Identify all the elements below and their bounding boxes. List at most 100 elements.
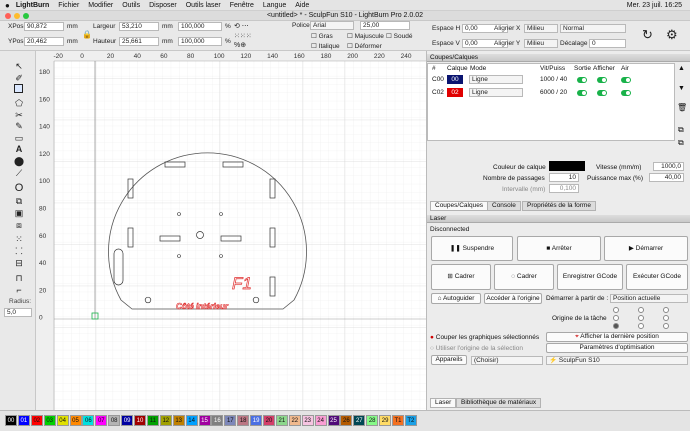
origin-radio-bc[interactable] (638, 323, 644, 329)
height-field[interactable]: 25,661 (119, 37, 159, 46)
canvas-svg[interactable]: -20 0 20 40 60 80 100 120 140 160 180 200 220 240 180… (36, 51, 426, 410)
grid-array-icon[interactable]: ⁙ (13, 233, 25, 245)
palette-swatch[interactable]: 25 (327, 415, 340, 426)
menu-app[interactable]: LightBurn (16, 2, 49, 9)
output-toggle[interactable] (577, 77, 587, 83)
show-toggle[interactable] (597, 77, 607, 83)
radius-field[interactable]: 5,0 (4, 308, 32, 317)
measure-icon[interactable]: ⟋ (13, 167, 25, 179)
origin-radio-tl[interactable] (613, 307, 619, 313)
palette-swatch[interactable]: 11 (146, 415, 159, 426)
layer-mode-select[interactable]: Ligne (469, 75, 523, 84)
font-height-field[interactable]: 25,00 (360, 21, 410, 30)
palette-swatch[interactable]: 20 (263, 415, 275, 426)
save-gcode-button[interactable]: Enregistrer GCode (557, 264, 623, 290)
scale-height-field[interactable]: 100,000 (178, 37, 222, 46)
origin-radio-bl[interactable] (613, 323, 619, 329)
engrave-text-inside[interactable]: Côté intérieur (176, 302, 229, 312)
menu-laser-tools[interactable]: Outils laser (186, 2, 221, 9)
output-toggle[interactable] (577, 90, 587, 96)
distort-checkbox[interactable]: ☐ Déformer (347, 42, 382, 50)
pen-icon[interactable]: ✎ (13, 120, 25, 132)
device-select[interactable]: ⚡ SculpFun S10 (546, 356, 688, 365)
ypos-field[interactable]: 20,462 (24, 37, 64, 46)
palette-swatch[interactable]: 09 (121, 415, 134, 426)
origin-radio-tc[interactable] (638, 307, 644, 313)
offset-icon[interactable]: O (13, 182, 25, 194)
group-icon[interactable]: ⧈ (13, 219, 25, 231)
lock-icon[interactable]: 🔒 (82, 30, 92, 39)
tab-cuts-layers[interactable]: Coupes/Calques (430, 201, 489, 211)
palette-swatch[interactable]: 23 (301, 415, 314, 426)
palette-swatch[interactable]: 07 (95, 415, 108, 426)
palette-swatch[interactable]: 29 (379, 415, 392, 426)
palette-swatch[interactable]: 13 (172, 415, 185, 426)
zoom-window-button[interactable] (23, 13, 29, 19)
tab-laser[interactable]: Laser (430, 398, 457, 408)
settings-icon[interactable]: ⚙ (666, 27, 678, 43)
copy-layer-icon[interactable]: ⧉ (678, 125, 684, 135)
air-toggle[interactable] (621, 77, 631, 83)
palette-swatch[interactable]: T1 (392, 415, 404, 426)
palette-swatch[interactable]: 01 (17, 415, 30, 426)
move-up-icon[interactable]: ▲ (678, 65, 685, 72)
layer-swatch[interactable]: 00 (447, 75, 463, 84)
show-last-position-button[interactable]: ⌖ Afficher la dernière position (546, 332, 688, 342)
palette-swatch[interactable]: 08 (108, 415, 121, 426)
use-origin-checkbox[interactable]: ○ Utiliser l'origine de la sélection (430, 345, 523, 352)
bold-checkbox[interactable]: ☐ Gras (311, 32, 333, 40)
palette-swatch[interactable]: 24 (314, 415, 327, 426)
palette-swatch[interactable]: 04 (56, 415, 69, 426)
menu-arrange[interactable]: Disposer (149, 2, 177, 9)
layer-mode-select[interactable]: Ligne (469, 88, 523, 97)
layer-row[interactable]: C00 00 Ligne 1000 / 40 (428, 74, 676, 86)
speed-field[interactable]: 1000,0 (653, 162, 684, 171)
delete-layer-icon[interactable]: 🗑 (677, 103, 687, 112)
layer-row[interactable]: C02 02 Ligne 6000 / 20 (428, 87, 676, 99)
passes-field[interactable]: 10 (549, 173, 579, 182)
italic-checkbox[interactable]: ☐ Italique (311, 42, 340, 50)
palette-swatch[interactable]: 27 (353, 415, 366, 426)
palette-swatch[interactable]: 14 (185, 415, 198, 426)
palette-swatch[interactable]: 16 (211, 415, 224, 426)
minimize-window-button[interactable] (14, 13, 20, 19)
layer-color-swatch[interactable] (549, 161, 585, 171)
start-from-select[interactable]: Position actuelle (610, 294, 688, 303)
position-icon[interactable]: ⬤ (13, 155, 25, 167)
palette-swatch[interactable]: 12 (159, 415, 172, 426)
upper-checkbox[interactable]: ☐ Majuscule (347, 32, 384, 40)
layer-swatch[interactable]: 02 (447, 88, 463, 97)
cut-selected-checkbox[interactable]: ● Couper les graphiques sélectionnés (430, 334, 539, 341)
menu-window[interactable]: Fenêtre (230, 2, 254, 9)
frame-button[interactable]: ⊞ Cadrer (431, 264, 491, 290)
power-field[interactable]: 40,00 (649, 173, 684, 182)
palette-swatch[interactable]: 26 (340, 415, 353, 426)
palette-swatch[interactable]: 15 (198, 415, 211, 426)
boolean-icon[interactable]: ⧉ (13, 195, 25, 207)
origin-radio-ml[interactable] (613, 315, 619, 321)
rotate-icon[interactable]: %⊕ (234, 41, 246, 49)
palette-swatch[interactable]: 00 (5, 415, 17, 426)
scale-width-field[interactable]: 100,000 (178, 22, 222, 31)
palette-swatch[interactable]: 17 (224, 415, 237, 426)
menu-file[interactable]: Fichier (58, 2, 79, 9)
palette-swatch[interactable]: 18 (237, 415, 250, 426)
origin-radio-mc[interactable] (638, 315, 644, 321)
tab-console[interactable]: Console (487, 201, 521, 211)
align-x-select[interactable]: Milieu (524, 24, 558, 33)
design-canvas[interactable]: -20 0 20 40 60 80 100 120 140 160 180 200 220 240 180… (36, 51, 426, 410)
sync-icon[interactable]: ↻ (642, 27, 653, 43)
apple-icon[interactable]: ● (5, 1, 10, 10)
goto-origin-button[interactable]: Accéder à l'origine (484, 293, 542, 304)
interval-field[interactable]: 0,100 (549, 184, 579, 193)
move-down-icon[interactable]: ▼ (678, 85, 685, 92)
port-select[interactable]: (Choisir) (471, 356, 543, 365)
select-icon[interactable]: ↖ (13, 60, 25, 72)
menu-language[interactable]: Langue (263, 2, 286, 9)
align-icon[interactable]: ⊟ (13, 257, 25, 269)
devices-button[interactable]: Appareils (431, 355, 467, 365)
optimization-settings-button[interactable]: Paramètres d'optimisation (546, 343, 688, 353)
palette-swatch[interactable]: 10 (134, 415, 146, 426)
circular-array-icon[interactable]: ⸬ (13, 245, 25, 257)
polygon-icon[interactable]: ⬠ (13, 97, 25, 109)
